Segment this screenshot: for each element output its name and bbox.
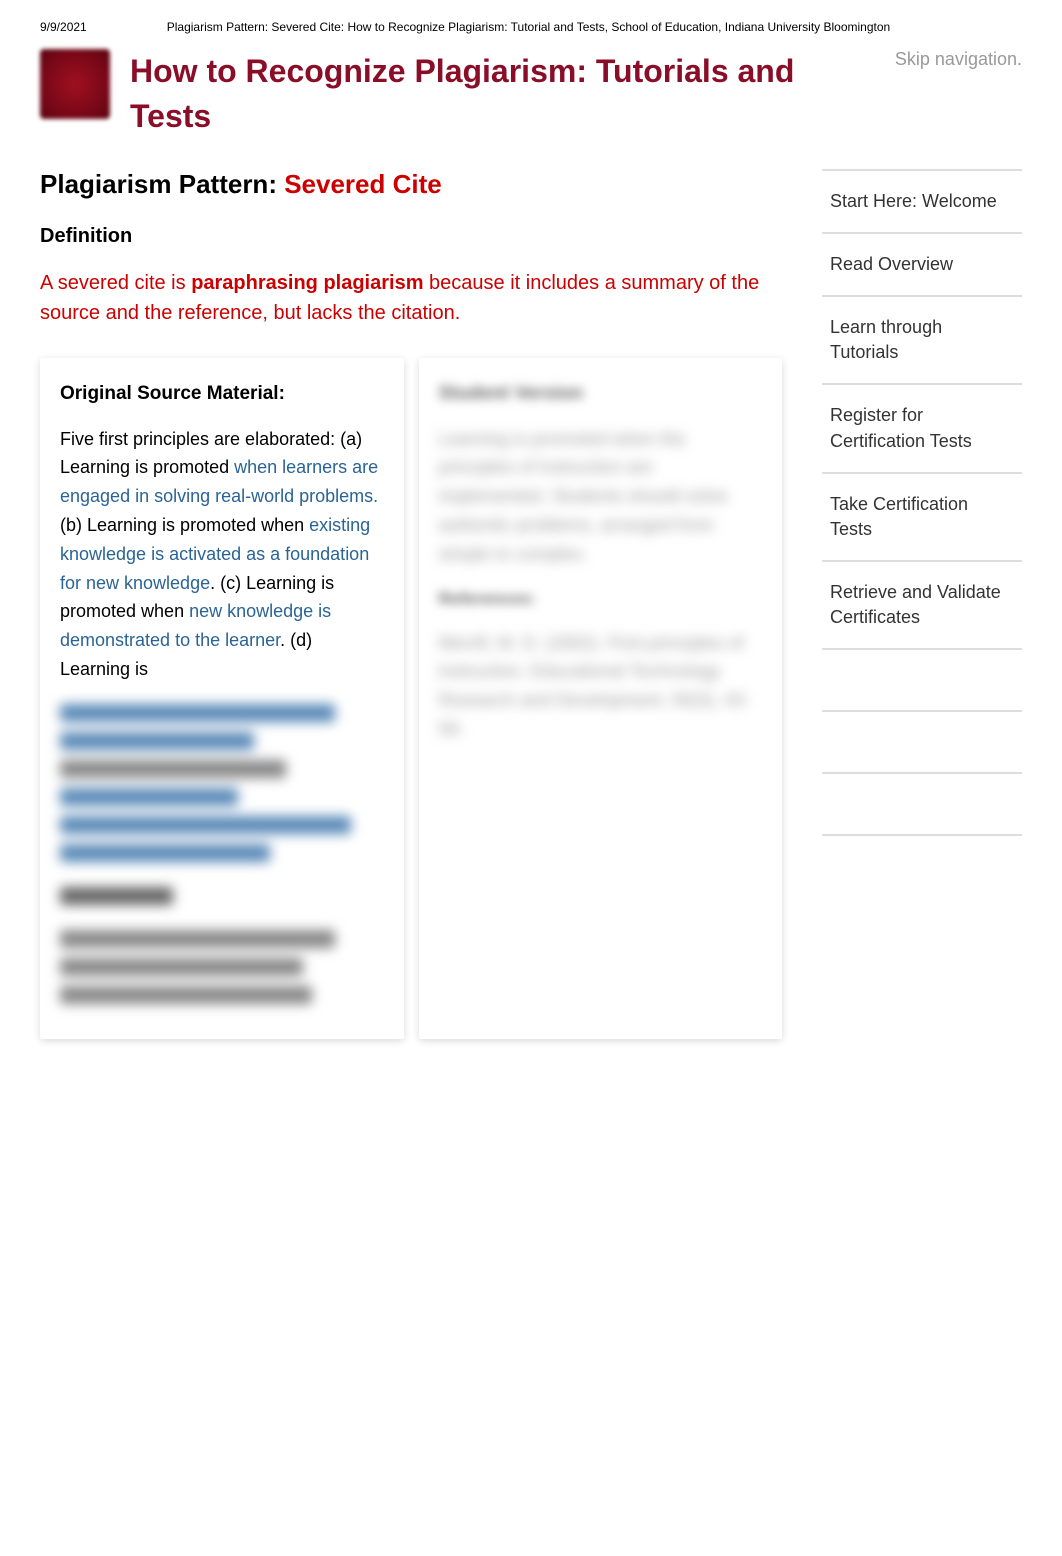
sidebar-empty-4 (822, 834, 1022, 896)
original-title: Original Source Material: (60, 383, 384, 405)
student-title: Student Version (439, 383, 763, 405)
pattern-name: Severed Cite (284, 169, 442, 199)
student-body: Learning is promoted when the principles… (439, 425, 763, 569)
sidebar-item-certificates[interactable]: Retrieve and Validate Certificates (822, 560, 1022, 648)
sidebar-item-tutorials[interactable]: Learn through Tutorials (822, 295, 1022, 383)
heading-prefix: Plagiarism Pattern: (40, 169, 284, 199)
main-content: Plagiarism Pattern: Severed Cite Definit… (40, 169, 782, 1039)
header: How to Recognize Plagiarism: Tutorials a… (40, 49, 1022, 139)
sidebar-empty-2 (822, 710, 1022, 772)
sidebar-item-overview[interactable]: Read Overview (822, 232, 1022, 295)
header-meta: 9/9/2021 Plagiarism Pattern: Severed Cit… (40, 20, 1022, 34)
page-title: Plagiarism Pattern: Severed Cite (40, 169, 782, 200)
sidebar-item-take-tests[interactable]: Take Certification Tests (822, 472, 1022, 560)
sidebar-item-register[interactable]: Register for Certification Tests (822, 383, 1022, 471)
sidebar-empty-3 (822, 772, 1022, 834)
original-text: Five first principles are elaborated: (a… (60, 425, 384, 684)
content-wrapper: Plagiarism Pattern: Severed Cite Definit… (40, 169, 1022, 1039)
student-version-panel: Student Version Learning is promoted whe… (419, 358, 783, 1039)
student-ref-label: References: (439, 589, 763, 609)
skip-navigation-link[interactable]: Skip navigation. (895, 49, 1022, 70)
student-reference: Merrill, M. D. (2002). First principles … (439, 629, 763, 744)
blurred-content (60, 704, 384, 1004)
breadcrumb: Plagiarism Pattern: Severed Cite: How to… (167, 20, 890, 34)
iu-logo (40, 49, 110, 119)
comparison-panels: Original Source Material: Five first pri… (40, 358, 782, 1039)
sidebar-nav: Start Here: Welcome Read Overview Learn … (822, 169, 1022, 1039)
definition-text: A severed cite is paraphrasing plagiaris… (40, 268, 782, 328)
sidebar-empty-1 (822, 648, 1022, 710)
definition-label: Definition (40, 225, 782, 248)
site-title: How to Recognize Plagiarism: Tutorials a… (130, 49, 875, 139)
original-source-panel: Original Source Material: Five first pri… (40, 358, 404, 1039)
page-date: 9/9/2021 (40, 20, 87, 34)
sidebar-item-start[interactable]: Start Here: Welcome (822, 169, 1022, 232)
